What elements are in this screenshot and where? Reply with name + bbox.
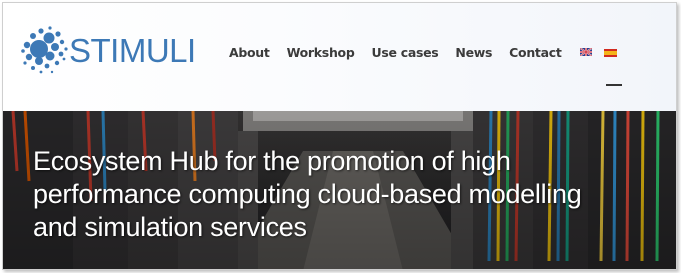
hero-title-line: Ecosystem Hub for the promotion of high xyxy=(33,146,511,176)
nav-item-use-cases[interactable]: Use cases xyxy=(371,45,438,60)
active-language-indicator xyxy=(606,84,622,86)
hero-title: Ecosystem Hub for the promotion of high … xyxy=(33,145,673,244)
hero-banner: Ecosystem Hub for the promotion of high … xyxy=(3,111,676,269)
nav-item-news[interactable]: News xyxy=(455,45,492,60)
spain-flag-icon[interactable] xyxy=(603,48,617,57)
site-logo[interactable]: STIMULI xyxy=(19,21,196,83)
nav-item-contact[interactable]: Contact xyxy=(509,45,562,60)
stimuli-logo-icon xyxy=(21,26,68,74)
nav-item-workshop[interactable]: Workshop xyxy=(287,45,355,60)
site-header: STIMULI About Workshop Use cases News Co… xyxy=(3,3,676,111)
hero-title-line: performance computing cloud-based modell… xyxy=(33,179,582,209)
brand-name: STIMULI xyxy=(69,32,196,69)
uk-flag-icon[interactable] xyxy=(579,48,592,56)
page-frame: STIMULI About Workshop Use cases News Co… xyxy=(2,2,677,270)
nav-item-about[interactable]: About xyxy=(229,45,270,60)
main-nav: About Workshop Use cases News Contact xyxy=(229,45,629,60)
hero-title-line: and simulation services xyxy=(33,212,307,242)
